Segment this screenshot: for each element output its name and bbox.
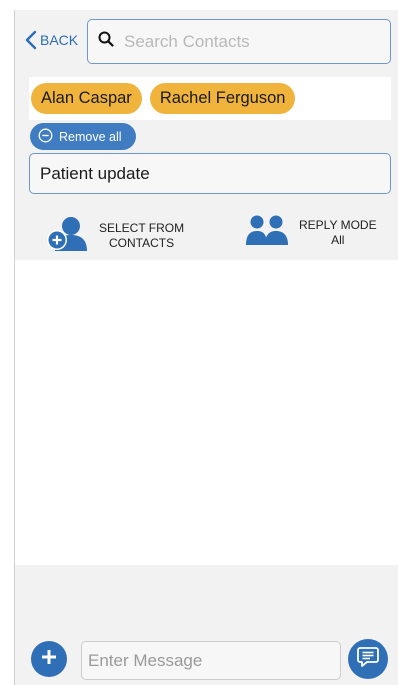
group-icon xyxy=(245,214,289,251)
chat-bubble-icon xyxy=(356,645,380,674)
message-thread-area xyxy=(15,260,398,565)
recipient-chip[interactable]: Alan Caspar xyxy=(31,83,142,114)
search-contacts-box[interactable] xyxy=(87,19,391,64)
remove-all-button[interactable]: Remove all xyxy=(30,123,136,150)
search-icon xyxy=(98,31,114,52)
message-input[interactable] xyxy=(88,650,336,671)
remove-all-label: Remove all xyxy=(59,129,122,144)
select-from-contacts-button[interactable]: SELECT FROM CONTACTS xyxy=(45,214,184,257)
search-contacts-input[interactable] xyxy=(124,31,364,52)
add-person-icon xyxy=(45,214,89,257)
subject-input[interactable] xyxy=(40,163,370,184)
back-button[interactable]: BACK xyxy=(25,30,78,50)
compose-message-screen: BACK Alan Caspar Rachel Ferguson Remove … xyxy=(14,10,398,685)
select-from-contacts-label: SELECT FROM CONTACTS xyxy=(99,220,185,250)
recipient-chips: Alan Caspar Rachel Ferguson xyxy=(29,77,391,120)
compose-header: BACK Alan Caspar Rachel Ferguson Remove … xyxy=(15,10,398,260)
back-label: BACK xyxy=(40,32,79,48)
recipient-chip[interactable]: Rachel Ferguson xyxy=(149,83,296,114)
subject-field[interactable] xyxy=(29,153,391,194)
add-attachment-button[interactable] xyxy=(31,641,67,677)
chevron-left-icon xyxy=(25,30,37,50)
reply-mode-label: REPLY MODE All xyxy=(299,217,377,247)
message-field[interactable] xyxy=(81,641,341,680)
composer-bar xyxy=(15,631,398,685)
send-button[interactable] xyxy=(348,639,388,679)
minus-circle-icon xyxy=(38,128,53,146)
plus-icon xyxy=(40,648,58,671)
reply-mode-button[interactable]: REPLY MODE All xyxy=(245,214,377,251)
